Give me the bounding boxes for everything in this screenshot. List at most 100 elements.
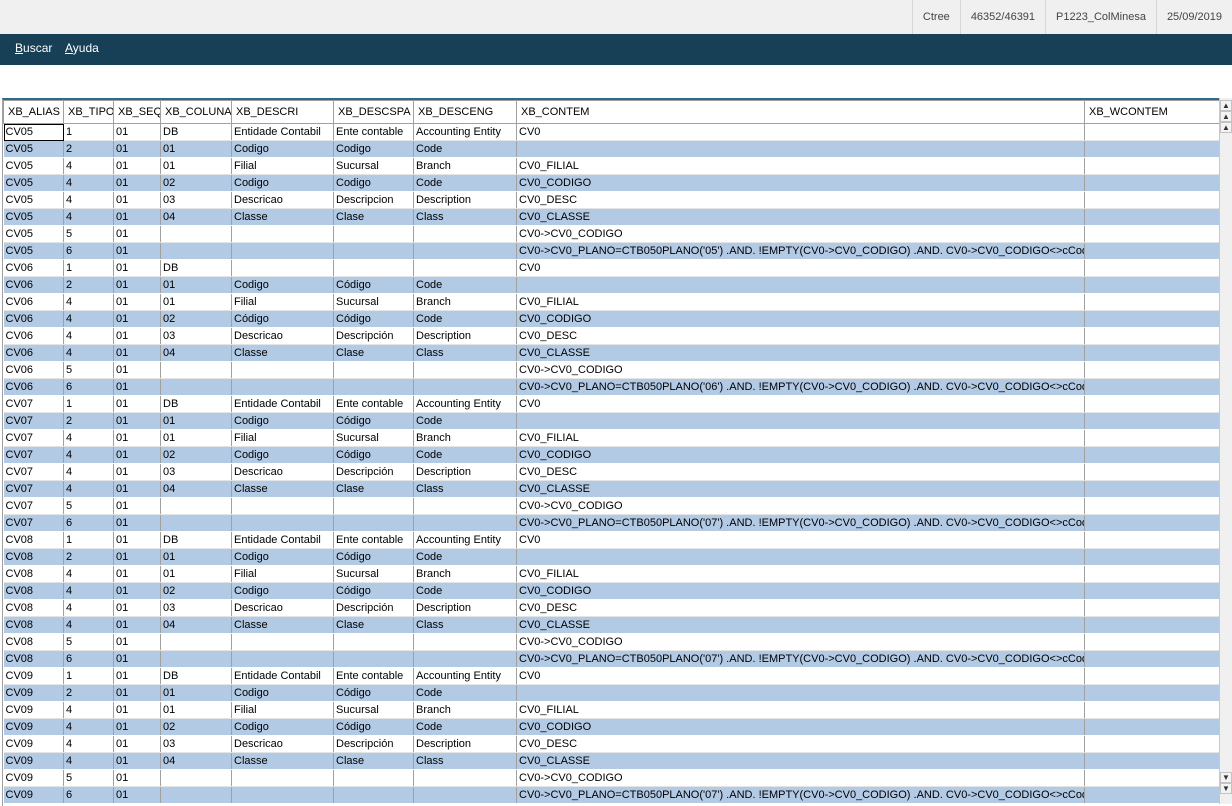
table-cell-xb-wcontem[interactable]	[1084, 463, 1220, 481]
table-cell-xb-wcontem[interactable]	[1084, 140, 1220, 158]
table-cell-xb-desceng[interactable]	[413, 497, 517, 515]
table-cell-xb-contem[interactable]: CV0_DESC	[516, 735, 1085, 753]
table-cell-xb-desceng[interactable]: Code	[413, 582, 517, 600]
table-cell-xb-desceng[interactable]: Description	[413, 463, 517, 481]
table-cell-xb-tipo[interactable]: 5	[63, 769, 114, 787]
table-cell-xb-descri[interactable]	[231, 378, 334, 396]
table-cell-xb-tipo[interactable]: 4	[63, 582, 114, 600]
table-cell-xb-contem[interactable]: CV0_DESC	[516, 599, 1085, 617]
table-cell-xb-wcontem[interactable]	[1084, 293, 1220, 311]
table-cell-xb-wcontem[interactable]	[1084, 378, 1220, 396]
table-cell-xb-descspa[interactable]: Clase	[333, 208, 414, 226]
table-cell-xb-contem[interactable]: CV0_FILIAL	[516, 701, 1085, 719]
table-row[interactable]: CV05 1 01 DB Entidade Contabil Ente contable A…	[3, 123, 1220, 141]
table-cell-xb-tipo[interactable]: 5	[63, 225, 114, 243]
table-cell-xb-coluna[interactable]	[160, 769, 232, 787]
table-cell-xb-contem[interactable]: CV0->CV0_PLANO=CTB050PLANO('07') .AND. !…	[516, 650, 1085, 668]
table-row[interactable]: CV08 5 01 CV0->CV0_CODIGO	[3, 633, 1220, 651]
table-cell-xb-tipo[interactable]: 4	[63, 327, 114, 345]
table-cell-xb-alias[interactable]: CV06	[3, 361, 64, 379]
table-cell-xb-descspa[interactable]: Sucursal	[333, 157, 414, 175]
table-row[interactable]: CV05 6 01 CV0->CV0_PLANO=CTB050PLANO('05') …	[3, 242, 1220, 260]
table-cell-xb-contem[interactable]: CV0	[516, 667, 1085, 685]
table-cell-xb-descri[interactable]	[231, 769, 334, 787]
table-cell-xb-wcontem[interactable]	[1084, 174, 1220, 192]
table-cell-xb-descri[interactable]	[231, 633, 334, 651]
table-cell-xb-descspa[interactable]: Código	[333, 446, 414, 464]
table-cell-xb-alias[interactable]: CV09	[3, 667, 64, 685]
table-cell-xb-desceng[interactable]	[413, 514, 517, 532]
table-cell-xb-desceng[interactable]: Class	[413, 208, 517, 226]
table-cell-xb-descri[interactable]: Descricao	[231, 463, 334, 481]
table-row[interactable]: CV05 5 01 CV0->CV0_CODIGO	[3, 225, 1220, 243]
table-cell-xb-alias[interactable]: CV08	[3, 616, 64, 634]
table-cell-xb-seq[interactable]: 01	[113, 242, 161, 260]
column-header-xb-desceng[interactable]: XB_DESCENG	[413, 100, 517, 124]
table-row[interactable]: CV09 4 01 02 Codigo Código Code CV0_CODIGO	[3, 718, 1220, 736]
table-row[interactable]: CV06 4 01 01 Filial Sucursal Branch CV0_FILIAL	[3, 293, 1220, 311]
table-cell-xb-tipo[interactable]: 4	[63, 293, 114, 311]
table-cell-xb-contem[interactable]: CV0_CODIGO	[516, 174, 1085, 192]
table-cell-xb-contem[interactable]: CV0->CV0_CODIGO	[516, 769, 1085, 787]
table-cell-xb-desceng[interactable]	[413, 650, 517, 668]
table-cell-xb-coluna[interactable]: 01	[160, 293, 232, 311]
table-cell-xb-wcontem[interactable]	[1084, 599, 1220, 617]
table-cell-xb-seq[interactable]: 01	[113, 259, 161, 277]
column-header-xb-descri[interactable]: XB_DESCRI	[231, 100, 334, 124]
table-cell-xb-seq[interactable]: 01	[113, 718, 161, 736]
table-cell-xb-seq[interactable]: 01	[113, 684, 161, 702]
table-cell-xb-contem[interactable]: CV0_CODIGO	[516, 446, 1085, 464]
table-cell-xb-descspa[interactable]	[333, 633, 414, 651]
table-cell-xb-descri[interactable]: Descricao	[231, 735, 334, 753]
table-cell-xb-wcontem[interactable]	[1084, 191, 1220, 209]
table-cell-xb-desceng[interactable]: Branch	[413, 293, 517, 311]
table-cell-xb-coluna[interactable]: DB	[160, 667, 232, 685]
table-cell-xb-wcontem[interactable]	[1084, 752, 1220, 770]
table-row[interactable]: CV08 4 01 01 Filial Sucursal Branch CV0_FILIAL	[3, 565, 1220, 583]
table-cell-xb-alias[interactable]: CV07	[3, 463, 64, 481]
table-cell-xb-tipo[interactable]: 6	[63, 514, 114, 532]
table-cell-xb-coluna[interactable]: 04	[160, 480, 232, 498]
table-cell-xb-desceng[interactable]: Code	[413, 548, 517, 566]
table-cell-xb-wcontem[interactable]	[1084, 361, 1220, 379]
table-cell-xb-wcontem[interactable]	[1084, 208, 1220, 226]
scroll-up-icon[interactable]: ▲	[1220, 122, 1232, 133]
table-cell-xb-coluna[interactable]: 04	[160, 752, 232, 770]
table-cell-xb-desceng[interactable]: Code	[413, 174, 517, 192]
table-cell-xb-tipo[interactable]: 4	[63, 480, 114, 498]
table-cell-xb-descspa[interactable]	[333, 786, 414, 804]
column-header-xb-tipo[interactable]: XB_TIPO	[63, 100, 114, 124]
table-cell-xb-descspa[interactable]: Codigo	[333, 140, 414, 158]
table-cell-xb-wcontem[interactable]	[1084, 242, 1220, 260]
table-cell-xb-descspa[interactable]: Código	[333, 718, 414, 736]
table-cell-xb-descri[interactable]: Entidade Contabil	[231, 123, 334, 141]
table-row[interactable]: CV09 4 01 04 Classe Clase Class CV0_CLASSE	[3, 752, 1220, 770]
table-cell-xb-descri[interactable]	[231, 361, 334, 379]
table-cell-xb-desceng[interactable]	[413, 361, 517, 379]
table-row[interactable]: CV06 4 01 03 Descricao Descripción Description…	[3, 327, 1220, 345]
table-cell-xb-contem[interactable]: CV0_CODIGO	[516, 718, 1085, 736]
table-cell-xb-tipo[interactable]: 4	[63, 752, 114, 770]
column-header-xb-seq[interactable]: XB_SEQ	[113, 100, 161, 124]
table-cell-xb-contem[interactable]: CV0_CODIGO	[516, 582, 1085, 600]
table-cell-xb-coluna[interactable]: 03	[160, 735, 232, 753]
table-cell-xb-descspa[interactable]	[333, 361, 414, 379]
table-cell-xb-seq[interactable]: 01	[113, 752, 161, 770]
table-cell-xb-seq[interactable]: 01	[113, 412, 161, 430]
table-cell-xb-tipo[interactable]: 1	[63, 259, 114, 277]
table-cell-xb-wcontem[interactable]	[1084, 718, 1220, 736]
table-cell-xb-tipo[interactable]: 4	[63, 310, 114, 328]
table-cell-xb-coluna[interactable]: 02	[160, 718, 232, 736]
table-cell-xb-descri[interactable]: Filial	[231, 157, 334, 175]
table-cell-xb-tipo[interactable]: 6	[63, 378, 114, 396]
table-cell-xb-tipo[interactable]: 6	[63, 650, 114, 668]
table-row[interactable]: CV06 5 01 CV0->CV0_CODIGO	[3, 361, 1220, 379]
table-cell-xb-wcontem[interactable]	[1084, 310, 1220, 328]
table-cell-xb-seq[interactable]: 01	[113, 701, 161, 719]
table-cell-xb-coluna[interactable]: DB	[160, 531, 232, 549]
table-cell-xb-descri[interactable]	[231, 242, 334, 260]
table-row[interactable]: CV06 6 01 CV0->CV0_PLANO=CTB050PLANO('06') …	[3, 378, 1220, 396]
table-row[interactable]: CV06 4 01 04 Classe Clase Class CV0_CLASSE	[3, 344, 1220, 362]
table-row[interactable]: CV09 1 01 DB Entidade Contabil Ente contable A…	[3, 667, 1220, 685]
table-cell-xb-wcontem[interactable]	[1084, 667, 1220, 685]
